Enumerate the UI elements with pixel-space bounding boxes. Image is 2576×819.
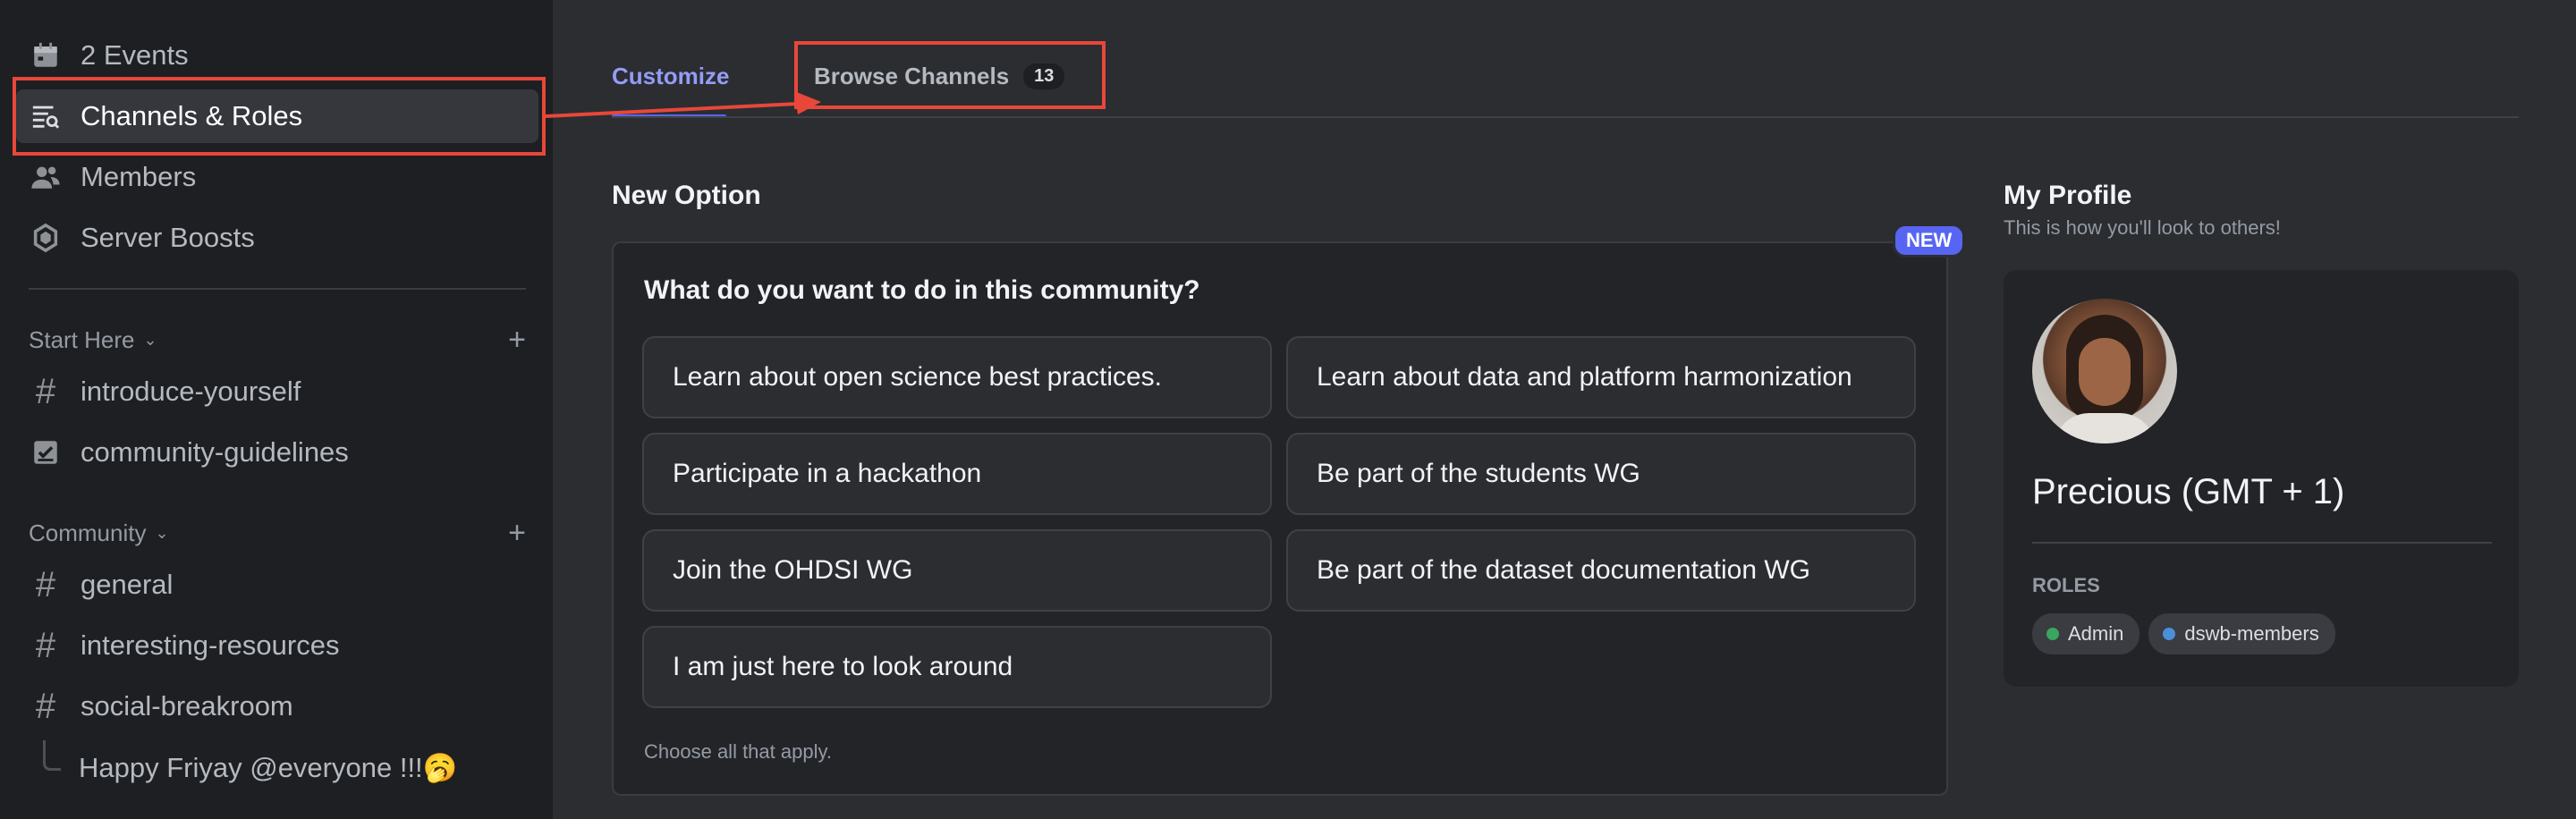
- tab-customize[interactable]: Customize: [612, 63, 729, 90]
- channel-label: interesting-resources: [80, 629, 340, 661]
- new-badge: NEW: [1893, 224, 1966, 258]
- option-button[interactable]: Be part of the students WG: [1286, 433, 1916, 515]
- new-option-title: New Option: [612, 181, 761, 210]
- question-text: What do you want to do in this community…: [644, 275, 1200, 305]
- option-button[interactable]: I am just here to look around: [642, 626, 1272, 708]
- category-title: Start Here: [29, 325, 135, 353]
- sidebar-item-label: 2 Events: [80, 39, 189, 71]
- hash-icon: #: [35, 565, 56, 604]
- rules-icon: [29, 435, 63, 469]
- channel-label: community-guidelines: [80, 436, 349, 468]
- option-button[interactable]: Join the OHDSI WG: [642, 529, 1272, 612]
- option-button[interactable]: Be part of the dataset documentation WG: [1286, 529, 1916, 612]
- sidebar-item-label: Server Boosts: [80, 222, 255, 253]
- choose-hint: Choose all that apply.: [644, 740, 832, 763]
- thread-label: Happy Friyay @everyone !!!🥱: [79, 751, 458, 783]
- hash-icon: #: [35, 372, 56, 411]
- roles-list: Admin dswb-members: [2032, 613, 2335, 654]
- channel-interesting-resources[interactable]: # interesting-resources: [16, 619, 538, 672]
- main-panel: Customize Browse Channels 13 New Option …: [553, 0, 2576, 819]
- onboarding-question-card: What do you want to do in this community…: [612, 241, 1948, 796]
- chevron-down-icon: ⌄: [143, 330, 157, 349]
- role-name: Admin: [2068, 622, 2124, 645]
- sidebar-item-label: Members: [80, 161, 197, 192]
- hash-icon: #: [35, 626, 56, 665]
- channel-label: social-breakroom: [80, 690, 293, 722]
- members-icon: [29, 160, 63, 194]
- sidebar-item-events[interactable]: 2 Events: [16, 29, 538, 82]
- calendar-icon: [29, 38, 63, 72]
- add-channel-icon[interactable]: +: [508, 516, 526, 551]
- channel-label: introduce-yourself: [80, 376, 301, 407]
- category-community[interactable]: Community ⌄ +: [29, 515, 526, 551]
- role-color-dot: [2163, 628, 2176, 640]
- annotation-box-channels-roles: [13, 77, 546, 156]
- display-name: Precious (GMT + 1): [2032, 472, 2345, 511]
- sidebar-item-server-boosts[interactable]: Server Boosts: [16, 211, 538, 265]
- profile-title: My Profile: [2004, 181, 2132, 210]
- role-color-dot: [2046, 628, 2059, 640]
- option-button[interactable]: Participate in a hackathon: [642, 433, 1272, 515]
- chevron-down-icon: ⌄: [155, 523, 169, 542]
- sidebar-divider: [29, 288, 526, 290]
- channel-community-guidelines[interactable]: community-guidelines: [16, 426, 538, 479]
- avatar: [2032, 299, 2177, 443]
- option-button[interactable]: Learn about open science best practices.: [642, 336, 1272, 418]
- role-pill-admin[interactable]: Admin: [2032, 613, 2140, 654]
- profile-card: Precious (GMT + 1) ROLES Admin dswb-memb…: [2004, 270, 2519, 687]
- hash-icon: #: [35, 687, 56, 726]
- category-start-here[interactable]: Start Here ⌄ +: [29, 322, 526, 358]
- tab-label: Customize: [612, 63, 730, 89]
- thread-item[interactable]: Happy Friyay @everyone !!!🥱: [16, 740, 538, 794]
- channel-introduce-yourself[interactable]: # introduce-yourself: [16, 365, 538, 418]
- channel-label: general: [80, 569, 174, 600]
- add-channel-icon[interactable]: +: [508, 323, 526, 358]
- role-name: dswb-members: [2184, 622, 2319, 645]
- tab-divider: [612, 116, 2519, 118]
- channel-general[interactable]: # general: [16, 558, 538, 612]
- discord-window: 2 Events Channels & Roles Members Server…: [0, 0, 2576, 819]
- sidebar-item-members[interactable]: Members: [16, 150, 538, 204]
- option-button[interactable]: Learn about data and platform harmonizat…: [1286, 336, 1916, 418]
- annotation-box-browse-channels: [794, 41, 1106, 109]
- role-pill-dswb-members[interactable]: dswb-members: [2148, 613, 2335, 654]
- boost-icon: [29, 221, 63, 255]
- profile-divider: [2032, 542, 2492, 544]
- profile-subtitle: This is how you'll look to others!: [2004, 216, 2281, 239]
- channel-social-breakroom[interactable]: # social-breakroom: [16, 680, 538, 733]
- category-title: Community: [29, 519, 147, 546]
- roles-label: ROLES: [2032, 574, 2100, 596]
